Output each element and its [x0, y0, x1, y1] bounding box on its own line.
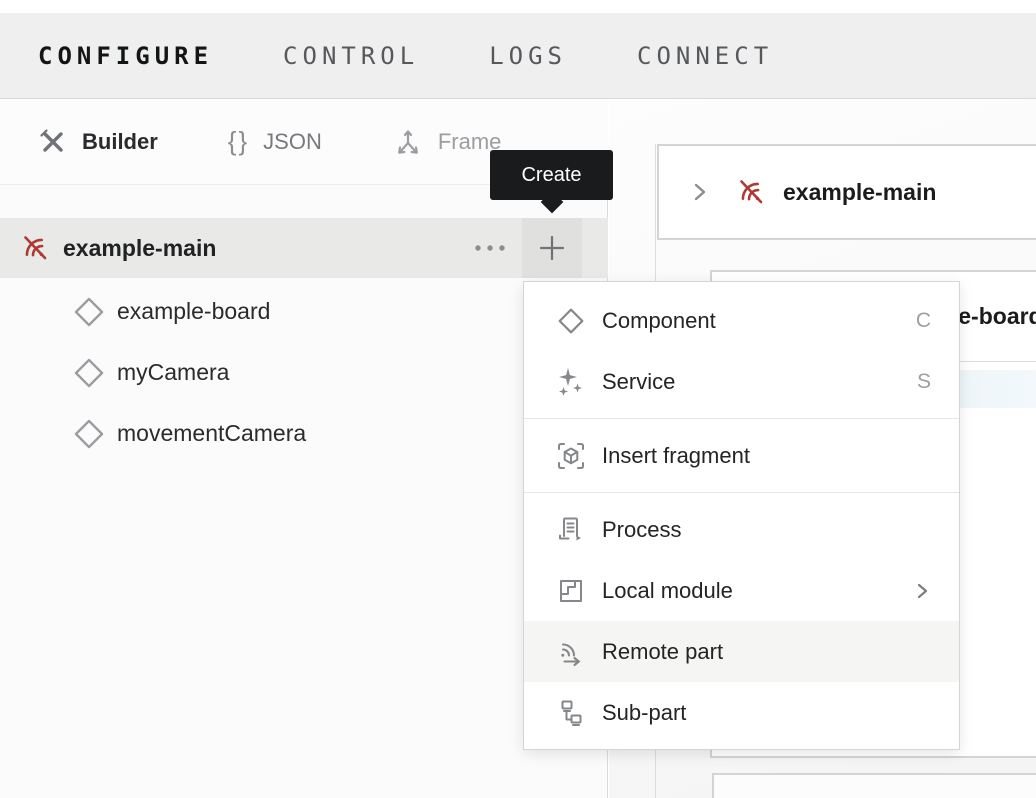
menu-item-insert-fragment[interactable]: Insert fragment: [524, 425, 959, 486]
menu-item-label: Local module: [602, 578, 733, 604]
mode-json-label: JSON: [263, 129, 322, 155]
tree-row-example-board[interactable]: example-board: [0, 281, 608, 342]
card-next-partial: [712, 773, 1036, 798]
mode-frame[interactable]: Frame: [392, 126, 502, 158]
menu-item-label: Service: [602, 369, 675, 395]
tab-configure[interactable]: CONFIGURE: [38, 42, 213, 70]
chevron-right-icon[interactable]: [690, 180, 710, 204]
tab-connect[interactable]: CONNECT: [637, 42, 773, 70]
create-menu: Component C Service S: [523, 281, 960, 750]
menu-item-local-module[interactable]: Local module: [524, 560, 959, 621]
tab-logs[interactable]: LOGS: [489, 42, 567, 70]
component-icon: [556, 306, 586, 336]
menu-item-label: Process: [602, 517, 681, 543]
window-top-strip: [0, 0, 1036, 13]
menu-divider: [524, 418, 959, 419]
machine-offline-icon: [736, 177, 766, 207]
ellipsis-icon: [473, 243, 507, 253]
fragment-cube-icon: [556, 441, 586, 471]
machine-menu-button[interactable]: [460, 218, 520, 278]
menu-item-label: Component: [602, 308, 716, 334]
tree-row-label: example-board: [117, 298, 270, 325]
menu-item-remote-part[interactable]: Remote part: [524, 621, 959, 682]
card-example-main[interactable]: example-main: [657, 144, 1036, 240]
mode-builder-label: Builder: [82, 129, 158, 155]
service-sparkles-icon: [556, 367, 586, 397]
create-button[interactable]: [522, 218, 582, 278]
mode-json[interactable]: {} JSON: [228, 126, 322, 157]
menu-item-process[interactable]: Process: [524, 499, 959, 560]
menu-item-sub-part[interactable]: Sub-part: [524, 682, 959, 743]
tree-row-mycamera[interactable]: myCamera: [0, 342, 608, 403]
configure-page: CONFIGURE CONTROL LOGS CONNECT Builder {…: [0, 0, 1036, 798]
tree-row-movementcamera[interactable]: movementCamera: [0, 403, 608, 464]
tooltip-label: Create: [521, 164, 581, 187]
shortcut-key: S: [917, 370, 931, 394]
tab-control[interactable]: CONTROL: [283, 42, 419, 70]
tools-icon: [38, 127, 68, 157]
menu-divider: [524, 492, 959, 493]
submenu-chevron-icon: [915, 581, 931, 601]
tree-row-label: example-main: [63, 235, 216, 262]
plus-icon: [537, 233, 567, 263]
main-navbar: CONFIGURE CONTROL LOGS CONNECT: [0, 13, 1036, 99]
remote-signal-icon: [556, 637, 586, 667]
component-icon: [72, 356, 106, 390]
component-icon: [72, 295, 106, 329]
shortcut-key: C: [916, 309, 931, 333]
subpart-icon: [556, 698, 586, 728]
tree-row-label: myCamera: [117, 359, 229, 386]
menu-item-service[interactable]: Service S: [524, 351, 959, 412]
card-title: example-main: [783, 179, 936, 206]
menu-item-label: Sub-part: [602, 700, 686, 726]
menu-item-component[interactable]: Component C: [524, 290, 959, 351]
process-icon: [556, 515, 586, 545]
menu-item-label: Insert fragment: [602, 443, 750, 469]
braces-icon: {}: [228, 126, 249, 157]
create-tooltip: Create: [490, 150, 613, 200]
menu-item-label: Remote part: [602, 639, 723, 665]
tree-row-label: movementCamera: [117, 420, 306, 447]
frame-axes-icon: [392, 126, 424, 158]
machine-offline-icon: [20, 233, 50, 263]
module-icon: [556, 576, 586, 606]
mode-builder[interactable]: Builder: [38, 127, 158, 157]
component-icon: [72, 417, 106, 451]
